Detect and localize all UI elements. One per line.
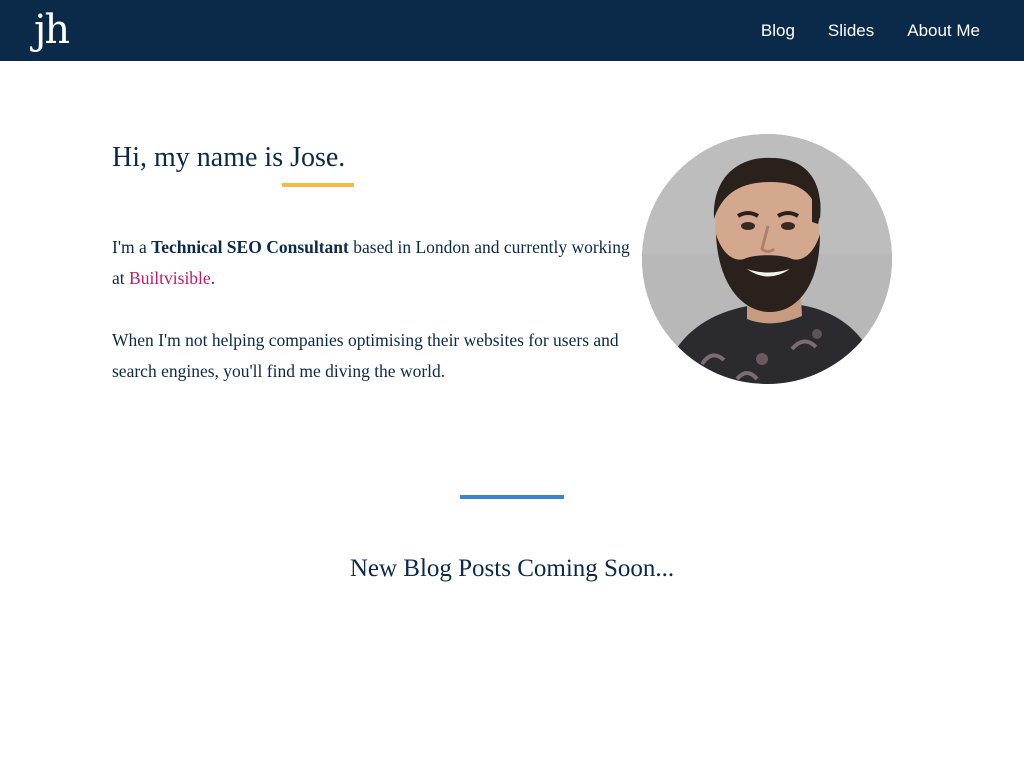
intro-text-part1: I'm a	[112, 237, 152, 257]
nav-link-about-me[interactable]: About Me	[907, 21, 980, 41]
title-underline	[282, 183, 354, 187]
site-logo[interactable]: jh	[34, 7, 70, 53]
main-nav: Blog Slides About Me	[761, 0, 980, 61]
profile-photo-illustration	[642, 134, 892, 384]
profile-photo	[642, 134, 892, 384]
intro-text-part3: .	[210, 268, 216, 288]
employer-link[interactable]: Builtvisible	[129, 268, 211, 288]
nav-link-slides[interactable]: Slides	[828, 21, 874, 41]
nav-link-blog[interactable]: Blog	[761, 21, 795, 41]
intro-role: Technical SEO Consultant	[151, 237, 349, 257]
hero-title: Hi, my name is Jose.	[112, 142, 346, 173]
top-navbar: jh Blog Slides About Me	[0, 0, 1024, 61]
hobby-paragraph: When I'm not helping companies optimisin…	[112, 330, 619, 381]
blog-coming-soon-heading: New Blog Posts Coming Soon...	[349, 555, 675, 582]
section-divider	[460, 495, 564, 499]
intro-paragraph: I'm a Technical SEO Consultant based in …	[112, 232, 637, 294]
